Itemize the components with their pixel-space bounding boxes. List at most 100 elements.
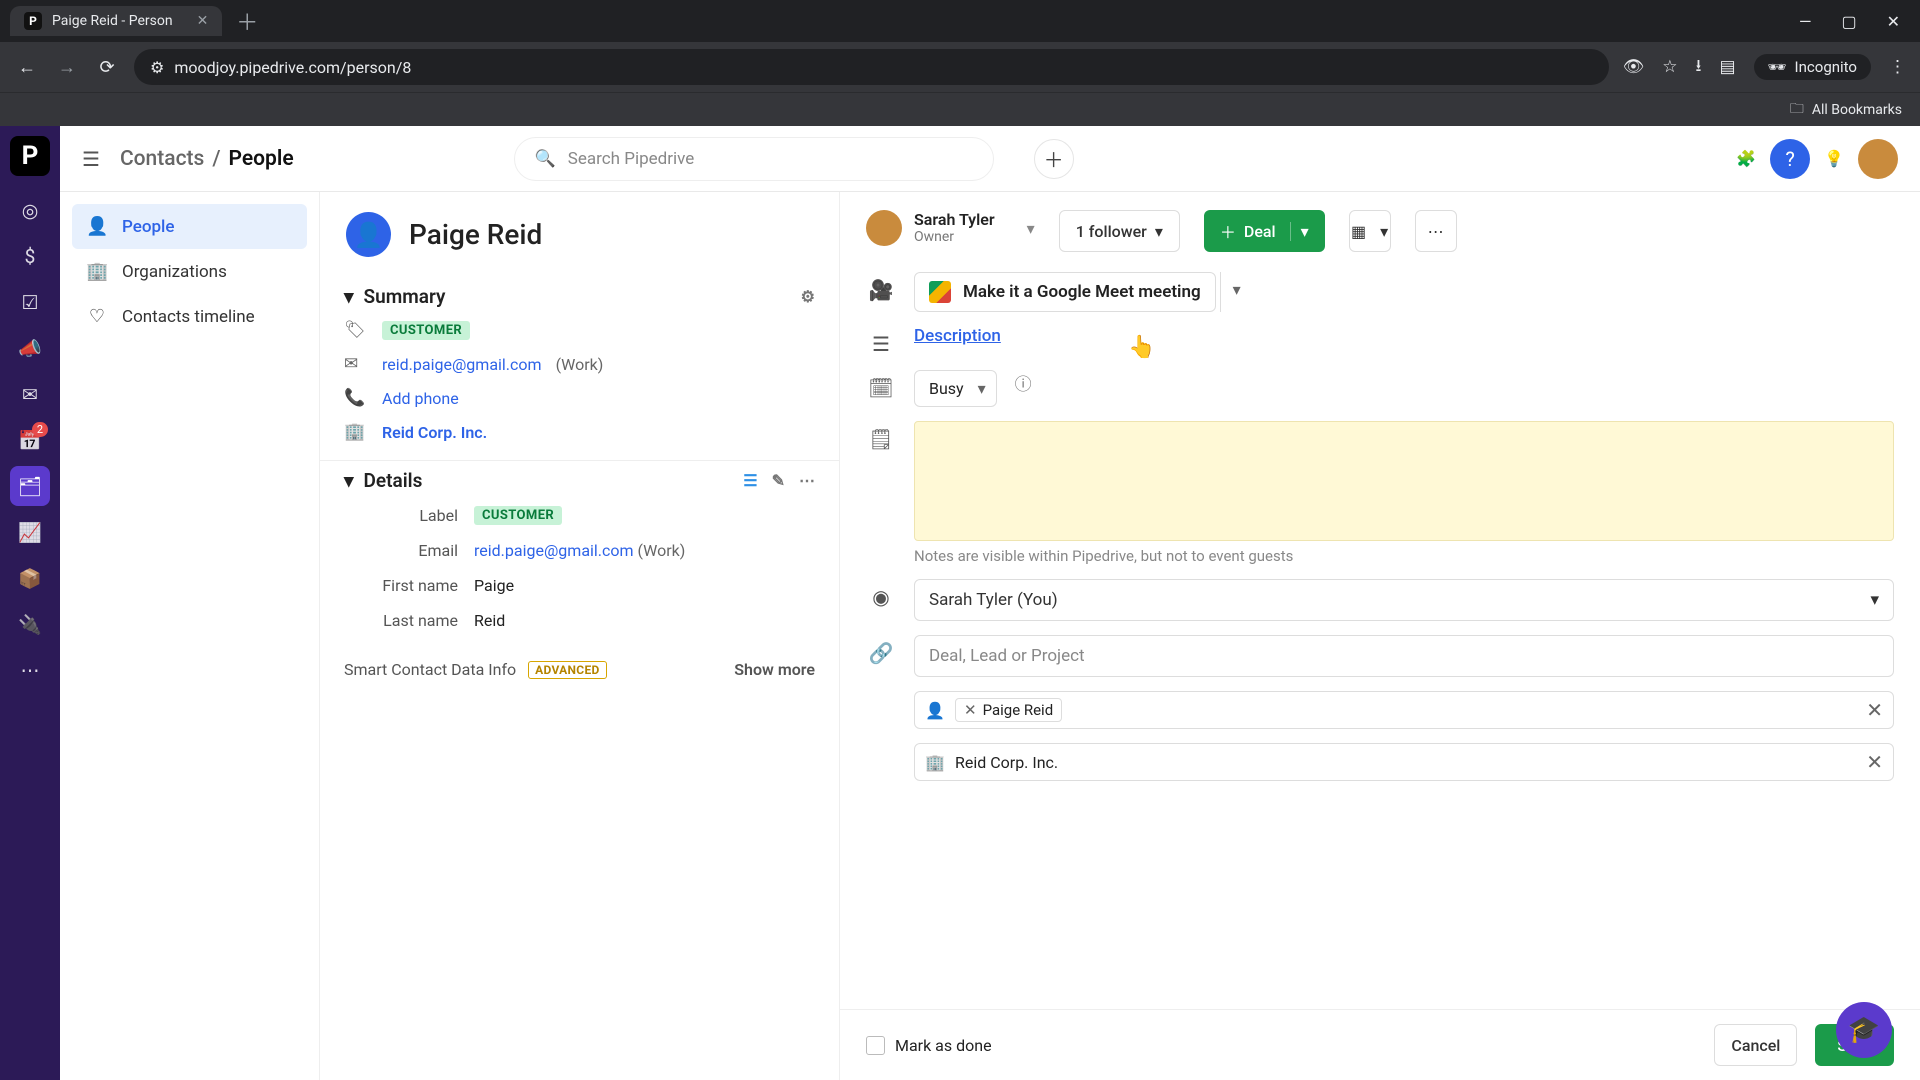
- followers-label: 1 follower: [1076, 222, 1147, 241]
- notes-textarea[interactable]: [914, 421, 1894, 541]
- mail-icon: ✉: [344, 354, 368, 374]
- tag-icon: 🏷: [344, 320, 368, 340]
- details-email-label: Email: [344, 541, 474, 560]
- more-icon[interactable]: ⋯: [799, 471, 815, 490]
- rail-more[interactable]: ⋯: [10, 650, 50, 690]
- summary-org-link[interactable]: Reid Corp. Inc.: [382, 423, 487, 442]
- details-label-label: Label: [344, 506, 474, 525]
- rail-projects[interactable]: ☑: [10, 282, 50, 322]
- clear-field-icon[interactable]: ✕: [1866, 750, 1883, 774]
- breadcrumb: Contacts / People: [120, 147, 294, 171]
- plus-icon: ＋: [1220, 219, 1236, 243]
- rail-contacts[interactable]: 🗂: [10, 466, 50, 506]
- link-placeholder: Deal, Lead or Project: [929, 646, 1085, 666]
- followers-button[interactable]: 1 follower ▾: [1059, 210, 1180, 252]
- summary-email-type: (Work): [556, 355, 604, 374]
- person-avatar[interactable]: 👤: [346, 212, 391, 257]
- link-icon: 🔗: [866, 635, 896, 665]
- all-bookmarks[interactable]: All Bookmarks: [1812, 102, 1902, 118]
- bookmark-star-icon[interactable]: ☆: [1662, 57, 1677, 77]
- advanced-chip: ADVANCED: [528, 661, 606, 679]
- google-meet-icon: [929, 281, 951, 303]
- chevron-down-icon[interactable]: ▾: [344, 285, 354, 308]
- cancel-button[interactable]: Cancel: [1714, 1024, 1797, 1066]
- omnibox[interactable]: ⚙ moodjoy.pipedrive.com/person/8: [134, 49, 1609, 85]
- contacts-subnav: 👤 People 🏢 Organizations ♡ Contacts time…: [60, 192, 320, 1080]
- back-icon[interactable]: ←: [14, 57, 40, 78]
- building-icon: 🏢: [925, 753, 945, 772]
- subnav-people[interactable]: 👤 People: [72, 204, 307, 249]
- mark-done-checkbox[interactable]: [866, 1036, 885, 1055]
- close-window-icon[interactable]: ✕: [1887, 12, 1900, 31]
- close-tab-icon[interactable]: ✕: [197, 13, 209, 29]
- rail-products[interactable]: 📦: [10, 558, 50, 598]
- rail-insights[interactable]: 📈: [10, 512, 50, 552]
- rail-deals[interactable]: $: [10, 236, 50, 276]
- chevron-down-icon[interactable]: ▾: [344, 469, 354, 492]
- activity-badge: 2: [32, 422, 48, 437]
- eye-off-icon[interactable]: 👁: [1623, 57, 1645, 77]
- chevron-down-icon[interactable]: ▾: [1290, 222, 1309, 241]
- details-label-chip[interactable]: CUSTOMER: [474, 506, 562, 525]
- customer-chip[interactable]: CUSTOMER: [382, 321, 470, 340]
- details-email[interactable]: reid.paige@gmail.com: [474, 541, 634, 560]
- details-email-type: (Work): [638, 541, 686, 560]
- filter-icon[interactable]: ☰: [743, 471, 757, 490]
- rail-mail[interactable]: ✉: [10, 374, 50, 414]
- rail-marketplace[interactable]: 🔌: [10, 604, 50, 644]
- minimize-icon[interactable]: ―: [1799, 12, 1812, 31]
- subnav-contacts-timeline[interactable]: ♡ Contacts timeline: [72, 294, 307, 339]
- quick-add-button[interactable]: ＋: [1034, 139, 1074, 179]
- contact-chip[interactable]: ✕ Paige Reid: [955, 698, 1062, 722]
- description-link[interactable]: Description: [914, 326, 1001, 346]
- rail-campaigns[interactable]: 📣: [10, 328, 50, 368]
- summary-email[interactable]: reid.paige@gmail.com: [382, 355, 542, 374]
- owner-selector[interactable]: Sarah Tyler Owner ▾: [866, 210, 1035, 246]
- google-meet-button[interactable]: Make it a Google Meet meeting: [914, 272, 1216, 312]
- rail-dashboard[interactable]: ◎: [10, 190, 50, 230]
- show-more-link[interactable]: Show more: [734, 660, 815, 679]
- more-actions-button[interactable]: ⋯: [1415, 210, 1457, 252]
- sidepanel-icon[interactable]: ▤: [1719, 57, 1735, 77]
- link-record-input[interactable]: Deal, Lead or Project: [914, 635, 1894, 677]
- site-settings-icon[interactable]: ⚙: [150, 58, 164, 77]
- add-deal-button[interactable]: ＋ Deal ▾: [1204, 210, 1325, 252]
- availability-value: Busy: [929, 379, 964, 398]
- browser-tab[interactable]: P Paige Reid - Person ✕: [10, 6, 222, 36]
- google-meet-dropdown[interactable]: ▾: [1220, 272, 1253, 312]
- breadcrumb-root[interactable]: Contacts: [120, 147, 204, 171]
- clear-field-icon[interactable]: ✕: [1866, 698, 1883, 722]
- reload-icon[interactable]: ⟳: [94, 57, 120, 78]
- description-icon: ☰: [866, 326, 896, 356]
- new-tab-button[interactable]: ＋: [236, 5, 258, 37]
- user-avatar[interactable]: [1858, 139, 1898, 179]
- edit-icon[interactable]: ✎: [772, 471, 785, 490]
- contact-chip-label: Paige Reid: [983, 701, 1054, 719]
- incognito-indicator[interactable]: 🕶 Incognito: [1754, 54, 1872, 80]
- browser-menu-icon[interactable]: ⋮: [1889, 57, 1906, 77]
- help-button[interactable]: ?: [1770, 139, 1810, 179]
- org-chip-input[interactable]: 🏢 Reid Corp. Inc. ✕: [914, 743, 1894, 781]
- remove-chip-icon[interactable]: ✕: [964, 701, 977, 719]
- mark-done-label[interactable]: Mark as done: [895, 1036, 992, 1055]
- collapse-subnav-icon[interactable]: ☰: [82, 147, 100, 171]
- rail-activities[interactable]: 📅2: [10, 420, 50, 460]
- pipedrive-logo[interactable]: P: [10, 136, 50, 176]
- maximize-icon[interactable]: ▢: [1841, 12, 1856, 31]
- lightbulb-icon[interactable]: 💡: [1824, 149, 1844, 168]
- layout-button[interactable]: ▦ ▾: [1349, 210, 1391, 252]
- owner-select[interactable]: Sarah Tyler (You) ▾: [914, 579, 1894, 621]
- owner-name: Sarah Tyler: [914, 210, 995, 229]
- availability-select[interactable]: Busy: [914, 370, 997, 407]
- extensions-icon[interactable]: 🧩: [1736, 149, 1756, 168]
- incognito-label: Incognito: [1795, 58, 1857, 76]
- contact-chip-input[interactable]: 👤 ✕ Paige Reid ✕: [914, 691, 1894, 729]
- subnav-organizations[interactable]: 🏢 Organizations: [72, 249, 307, 294]
- info-icon[interactable]: ⓘ: [1015, 370, 1032, 395]
- search-placeholder: Search Pipedrive: [568, 149, 694, 169]
- add-phone-link[interactable]: Add phone: [382, 389, 459, 408]
- academy-fab[interactable]: 🎓: [1836, 1002, 1892, 1058]
- global-search[interactable]: 🔍 Search Pipedrive: [514, 137, 994, 181]
- gear-icon[interactable]: ⚙: [801, 287, 815, 306]
- downloads-icon[interactable]: ⭳: [1695, 53, 1701, 82]
